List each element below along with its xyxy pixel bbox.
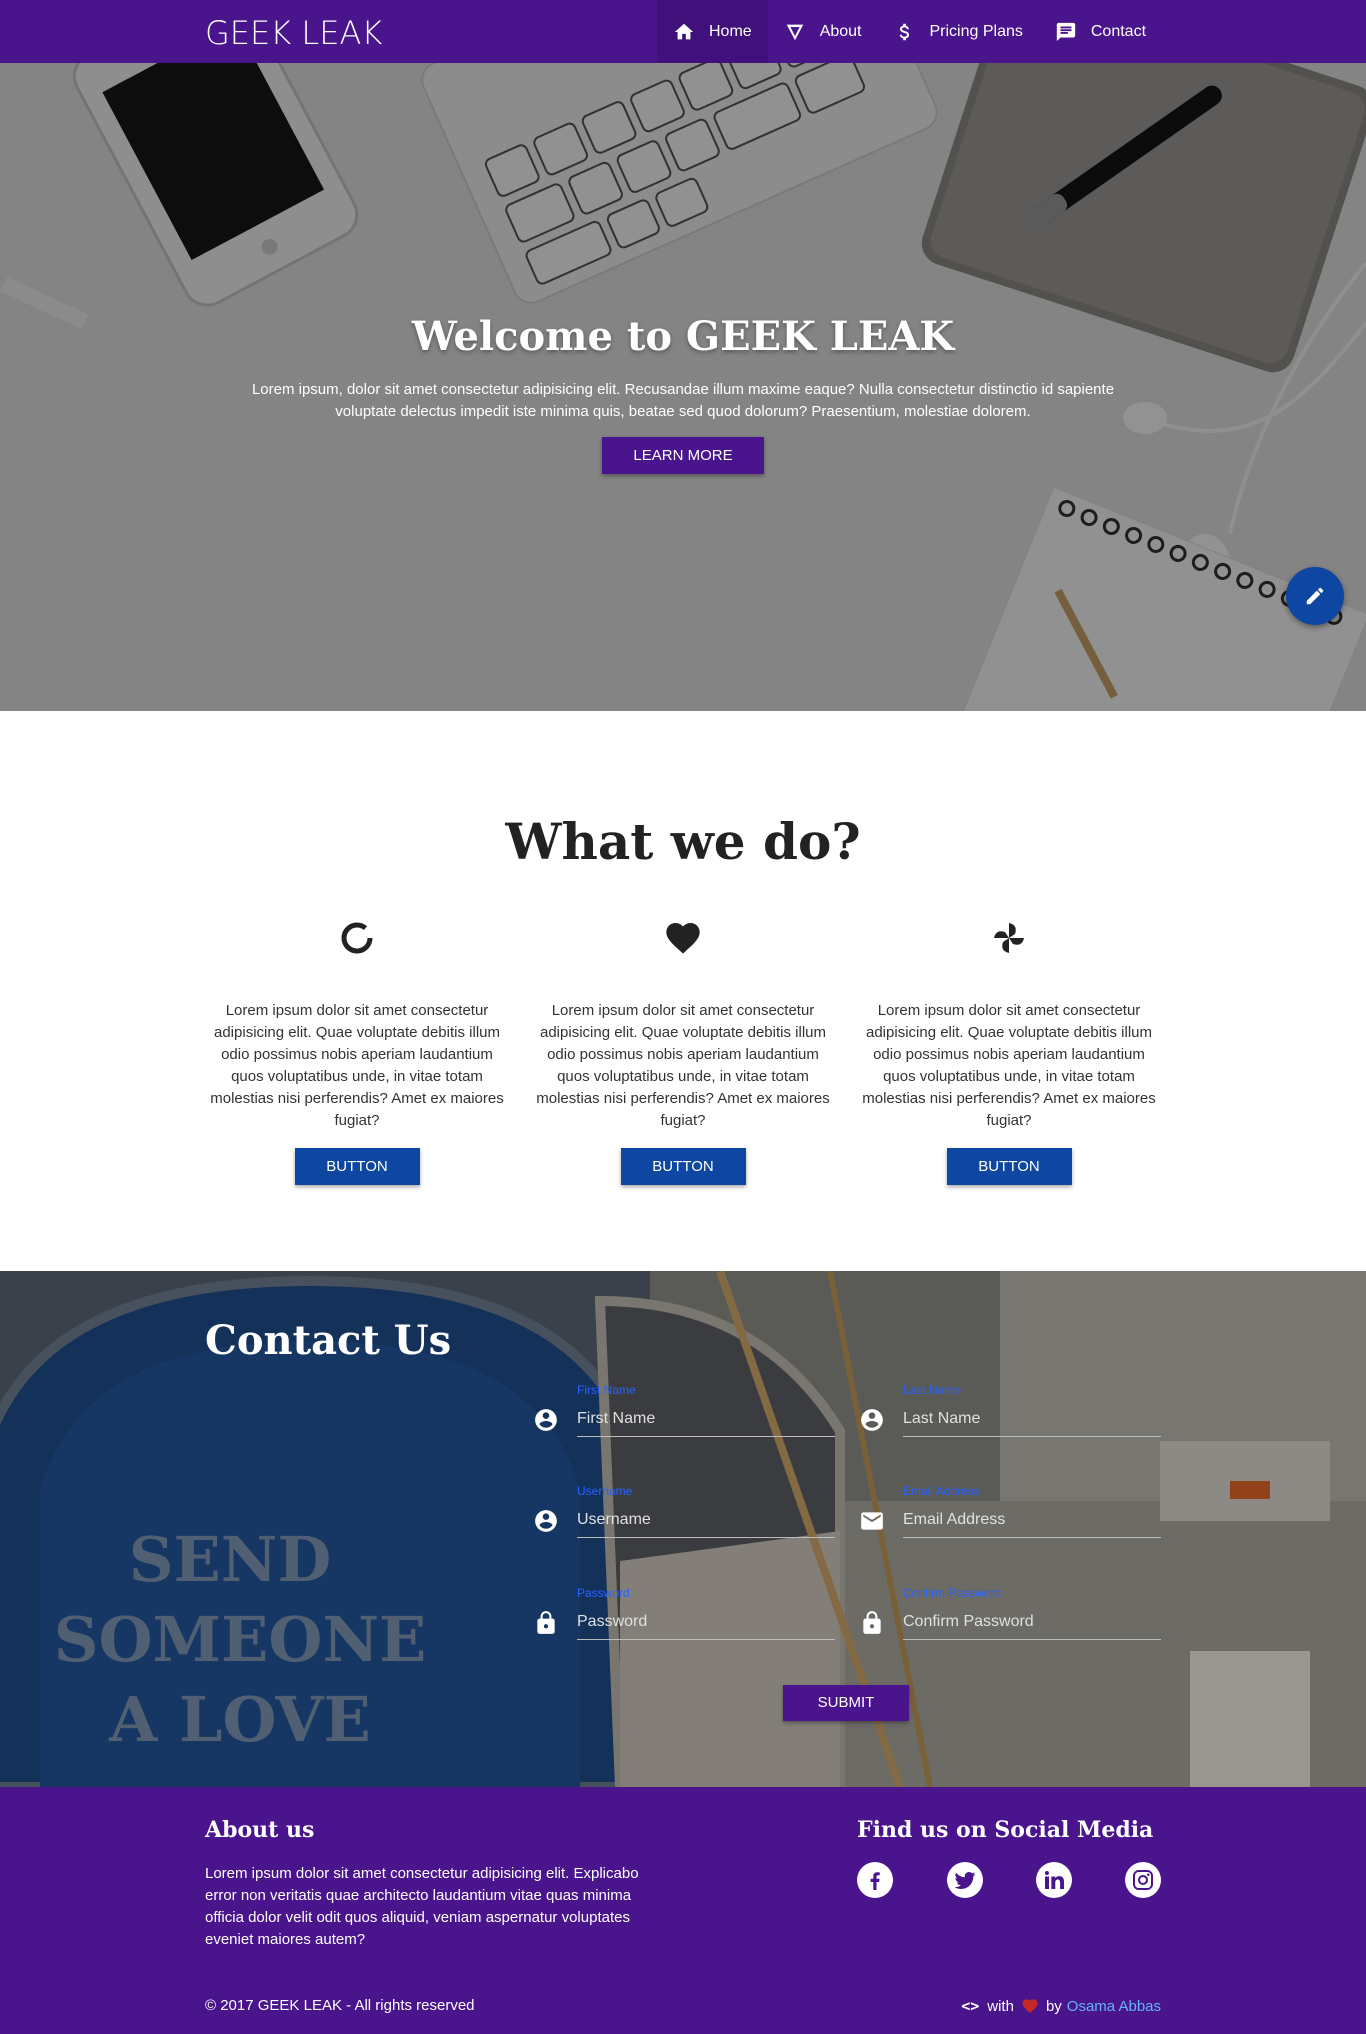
credit-by: by xyxy=(1045,1997,1062,2015)
copyright-text: © 2017 GEEK LEAK - All rights reserved xyxy=(205,1997,475,2014)
social-title: Find us on Social Media xyxy=(857,1817,1154,1843)
contact-section: SEND SOMEONE A LOVE Contact Us First Nam… xyxy=(0,1271,1366,1787)
username-field: Username xyxy=(533,1484,845,1554)
hero-title: Welcome to GEEK LEAK xyxy=(411,313,955,360)
password-input[interactable] xyxy=(577,1604,835,1640)
lock-icon xyxy=(537,1611,555,1634)
nav-item-home[interactable]: Home xyxy=(657,0,768,63)
first-name-field: First Name xyxy=(533,1383,845,1453)
feature-card: Lorem ipsum dolor sit amet consectetur a… xyxy=(530,918,836,1185)
username-input[interactable] xyxy=(577,1502,835,1538)
email-label: Email Address xyxy=(903,1484,980,1498)
password-field: Password xyxy=(533,1586,845,1656)
credit-with: with xyxy=(987,1997,1014,2015)
navbar: GEEK LEAK Home About Pricing Plans Conta… xyxy=(0,0,1366,63)
confirm-password-label: Confirm Password xyxy=(903,1586,1002,1600)
username-label: Username xyxy=(577,1484,633,1498)
submit-button[interactable]: SUBMIT xyxy=(783,1685,909,1721)
password-label: Password xyxy=(577,1586,630,1600)
feature-text: Lorem ipsum dolor sit amet consectetur a… xyxy=(536,1002,830,1129)
facebook-icon xyxy=(870,1872,880,1890)
credit-line: <> with by Osama Abbas xyxy=(961,1997,1161,2015)
author-link[interactable]: Osama Abbas xyxy=(1067,1998,1161,2015)
code-icon: <> xyxy=(961,1997,980,2015)
nav-label: Home xyxy=(709,22,752,40)
first-name-label: First Name xyxy=(577,1383,636,1397)
feature-button[interactable]: BUTTON xyxy=(946,1148,1072,1185)
heart-icon xyxy=(666,923,700,954)
twitter-link[interactable] xyxy=(947,1862,983,1898)
hero-section: Welcome to GEEK LEAK Lorem ipsum, dolor … xyxy=(0,63,1366,711)
edit-fab-button[interactable] xyxy=(1286,567,1344,625)
email-input[interactable] xyxy=(903,1502,1161,1538)
twitter-icon xyxy=(954,1872,976,1889)
spinner-icon xyxy=(341,922,373,954)
about-text: Lorem ipsum dolor sit amet consectetur a… xyxy=(205,1865,639,1948)
last-name-label: Last Name xyxy=(903,1383,962,1397)
confirm-password-field: Confirm Password xyxy=(859,1586,1171,1656)
linkedin-icon xyxy=(1044,1870,1064,1889)
footer: About us Lorem ipsum dolor sit amet cons… xyxy=(0,1787,1366,2034)
feature-button[interactable]: BUTTON xyxy=(620,1148,746,1185)
heart-icon xyxy=(1022,1999,1038,2014)
lock-icon xyxy=(863,1611,881,1634)
nav-label: Pricing Plans xyxy=(929,22,1023,40)
nav-item-contact[interactable]: Contact xyxy=(1039,0,1162,63)
feature-text: Lorem ipsum dolor sit amet consectetur a… xyxy=(210,1002,504,1129)
chat-icon xyxy=(1056,22,1076,41)
contact-title: Contact Us xyxy=(205,1317,452,1364)
pinwheel-icon xyxy=(994,923,1024,953)
last-name-field: Last Name xyxy=(859,1383,1171,1453)
email-field: Email Address xyxy=(859,1484,1171,1554)
last-name-input[interactable] xyxy=(903,1401,1161,1437)
main-nav: Home About Pricing Plans Contact xyxy=(657,0,1162,63)
triangle-icon xyxy=(786,24,803,40)
mail-icon xyxy=(861,1512,883,1530)
instagram-icon xyxy=(1133,1870,1153,1890)
account-circle-icon xyxy=(535,1409,557,1431)
nav-label: Contact xyxy=(1090,22,1147,40)
feature-card: Lorem ipsum dolor sit amet consectetur a… xyxy=(856,918,1162,1185)
first-name-input[interactable] xyxy=(577,1401,835,1437)
nav-item-pricing[interactable]: Pricing Plans xyxy=(878,0,1039,63)
feature-card: Lorem ipsum dolor sit amet consectetur a… xyxy=(204,918,510,1185)
dollar-icon xyxy=(899,23,909,40)
nav-label: About xyxy=(819,22,862,40)
linkedin-link[interactable] xyxy=(1036,1862,1072,1898)
instagram-link[interactable] xyxy=(1125,1862,1161,1898)
facebook-link[interactable] xyxy=(857,1862,893,1898)
pencil-icon xyxy=(1306,587,1324,605)
confirm-password-input[interactable] xyxy=(903,1604,1161,1640)
feature-text: Lorem ipsum dolor sit amet consectetur a… xyxy=(862,1002,1156,1129)
feature-button[interactable]: BUTTON xyxy=(294,1148,420,1185)
home-icon xyxy=(674,23,694,39)
hero-description: Lorem ipsum, dolor sit amet consectetur … xyxy=(251,381,1115,420)
learn-more-button[interactable]: LEARN MORE xyxy=(602,437,764,474)
what-we-do-title: What we do? xyxy=(505,812,861,871)
brand-logo[interactable]: GEEK LEAK xyxy=(205,14,382,52)
account-circle-icon xyxy=(861,1409,883,1431)
account-circle-icon xyxy=(535,1510,557,1532)
nav-item-about[interactable]: About xyxy=(768,0,878,63)
about-title: About us xyxy=(205,1817,315,1843)
